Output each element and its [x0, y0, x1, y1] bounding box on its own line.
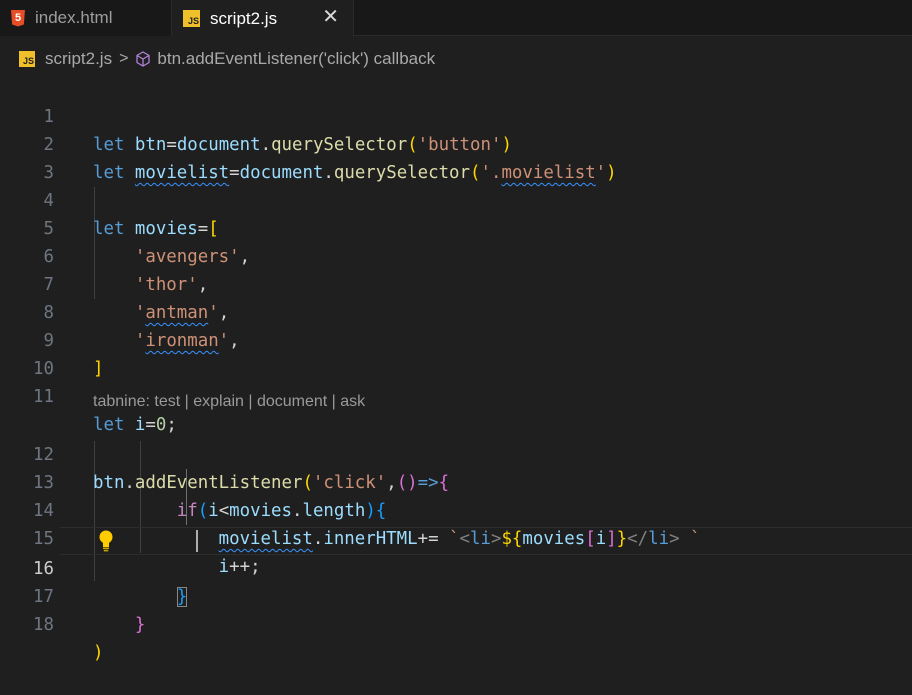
code-line: 10	[0, 327, 912, 379]
line-number: 18	[33, 615, 54, 635]
tab-script2-js[interactable]: JS script2.js ✕	[172, 0, 354, 37]
code-line: 11 let i=0;	[0, 355, 912, 435]
js-file-icon: JS	[183, 10, 200, 27]
code-line: 8 'ironman',	[0, 271, 912, 351]
close-icon[interactable]: ✕	[322, 7, 339, 27]
code-line: 7 'antman',	[0, 243, 912, 323]
chevron-right-icon: >	[119, 50, 129, 67]
code-line-current: 16 }	[0, 527, 912, 607]
breadcrumb-file[interactable]: script2.js	[45, 49, 112, 69]
code-line: 3	[0, 131, 912, 183]
code-line: 12 btn.addEventListener('click',()=>{	[0, 413, 912, 493]
tab-index-html[interactable]: 5 index.html	[0, 0, 172, 36]
breadcrumb: JS script2.js > btn.addEventListener('cl…	[0, 46, 435, 72]
code-line: 2 let movielist=document.querySelector('…	[0, 103, 912, 183]
code-line: 4 let movies=[	[0, 159, 912, 239]
tab-label: index.html	[35, 8, 113, 27]
code-line: 18 )	[0, 583, 912, 663]
code-line: 5 'avengers',	[0, 187, 912, 267]
js-file-icon: JS	[19, 51, 35, 67]
code-line: 9 ]	[0, 299, 912, 379]
code-line: 15 i++;	[0, 497, 912, 577]
code-line: 14 movielist.innerHTML+= `<li>${movies[i…	[0, 469, 912, 549]
text-cursor	[196, 530, 198, 552]
tab-label: script2.js	[210, 8, 278, 28]
tab-bar: 5 index.html JS script2.js ✕	[0, 0, 912, 37]
code-line: 13 if(i<movies.length){	[0, 441, 912, 521]
method-cube-icon	[136, 51, 151, 67]
tabnine-codelens[interactable]: tabnine: test | explain | document | ask	[93, 389, 365, 415]
code-line: 17 }	[0, 555, 912, 635]
code-line: 1 let btn=document.querySelector('button…	[0, 75, 912, 155]
html5-icon: 5	[11, 9, 25, 27]
line-number: 11	[33, 387, 54, 407]
lightbulb-icon[interactable]	[96, 529, 116, 553]
code-line: 6 'thor',	[0, 215, 912, 295]
code-editor[interactable]: 1 let btn=document.querySelector('button…	[0, 75, 912, 663]
breadcrumb-symbol[interactable]: btn.addEventListener('click') callback	[157, 49, 435, 69]
